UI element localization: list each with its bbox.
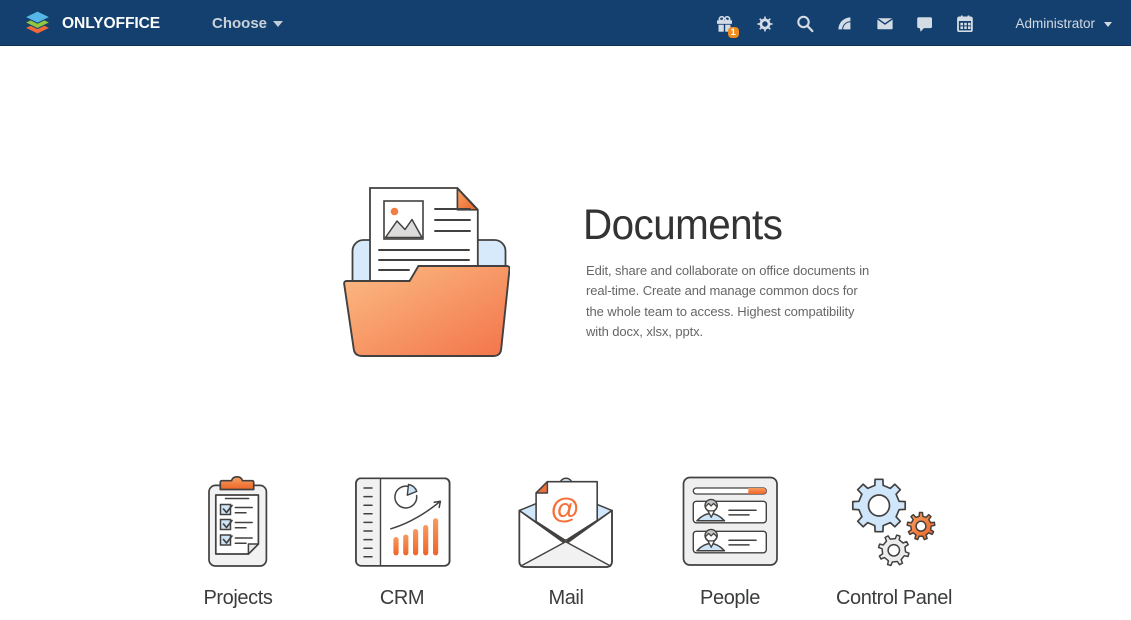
svg-text:@: @ [551,493,579,525]
